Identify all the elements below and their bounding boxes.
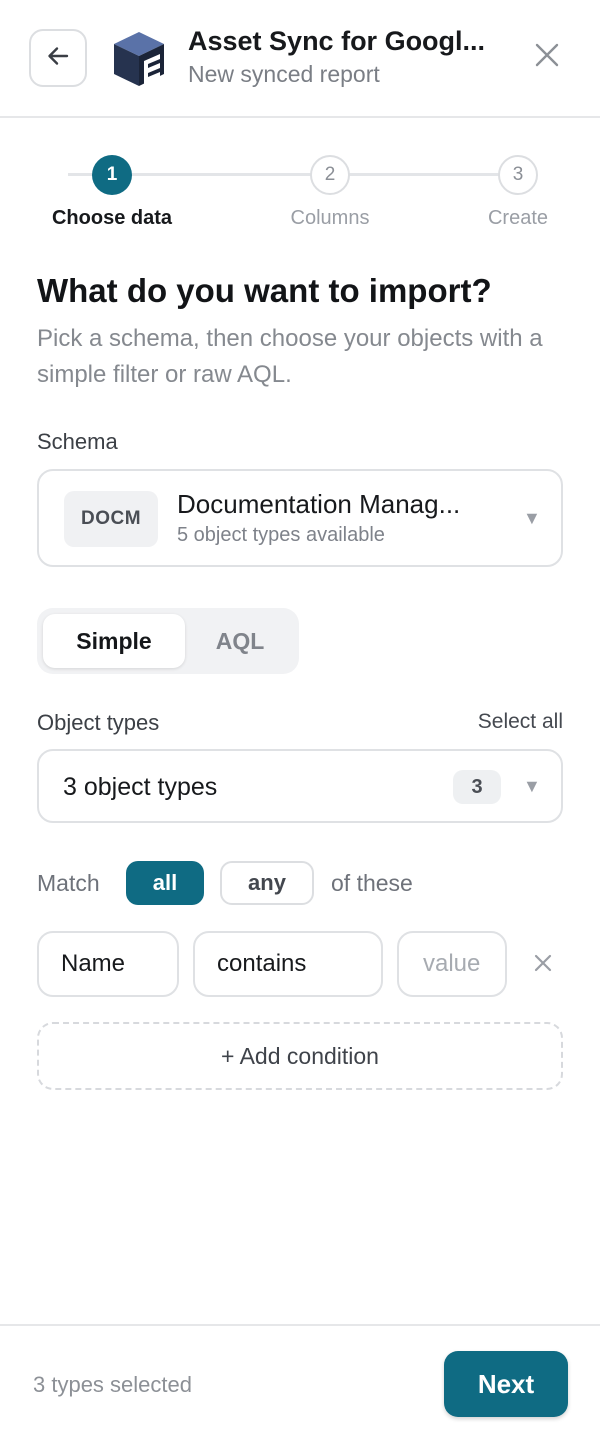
- condition-field-select[interactable]: Name: [37, 931, 179, 997]
- object-types-value: 3 object types: [63, 773, 218, 801]
- step-2-indicator[interactable]: 2: [310, 155, 350, 195]
- arrow-left-icon: [45, 43, 71, 74]
- dialog-header: Asset Sync for Googl... New synced repor…: [0, 0, 600, 118]
- chevron-down-icon: ▼: [523, 776, 541, 796]
- close-button[interactable]: [530, 40, 564, 74]
- close-icon: [534, 42, 560, 73]
- schema-name: Documentation Manag...: [177, 489, 461, 519]
- remove-condition-button[interactable]: [530, 952, 556, 978]
- step-3-label: Create: [487, 207, 549, 229]
- next-button[interactable]: Next: [444, 1351, 568, 1417]
- tab-simple[interactable]: Simple: [43, 614, 185, 668]
- match-prefix-label: Match: [37, 870, 100, 896]
- condition-operator-value: contains: [217, 950, 307, 977]
- schema-type-count: 5 object types available: [177, 524, 385, 546]
- object-types-label: Object types: [37, 710, 160, 735]
- back-button[interactable]: [29, 29, 87, 87]
- add-condition-button[interactable]: + Add condition: [37, 1022, 563, 1090]
- select-all-link[interactable]: Select all: [478, 710, 563, 734]
- step-1-indicator[interactable]: 1: [92, 155, 132, 195]
- step-3-indicator[interactable]: 3: [498, 155, 538, 195]
- condition-value-field[interactable]: [397, 931, 507, 997]
- condition-value-input[interactable]: [423, 950, 505, 978]
- schema-select[interactable]: DOCM Documentation Manag... 5 object typ…: [37, 469, 563, 567]
- dialog-footer: 3 types selected Next: [0, 1324, 600, 1440]
- chevron-down-icon: ▼: [523, 508, 541, 528]
- schema-label: Schema: [37, 429, 118, 454]
- match-all-button[interactable]: all: [126, 861, 204, 905]
- close-icon: [534, 954, 552, 977]
- cube-logo-icon: [108, 28, 170, 90]
- dialog-subtitle: New synced report: [188, 61, 380, 87]
- condition-operator-select[interactable]: contains: [193, 931, 383, 997]
- schema-key-badge: DOCM: [64, 491, 158, 547]
- step-1-label: Choose data: [51, 207, 173, 229]
- object-types-count-badge: 3: [453, 770, 501, 804]
- condition-field-value: Name: [61, 950, 126, 977]
- mode-toggle: Simple AQL: [37, 608, 299, 674]
- page-description: Pick a schema, then choose your objects …: [37, 325, 543, 388]
- page-title: What do you want to import?: [37, 272, 492, 309]
- match-suffix-label: of these: [331, 870, 413, 896]
- step-2-label: Columns: [290, 207, 370, 229]
- selection-status: 3 types selected: [33, 1372, 192, 1397]
- tab-aql[interactable]: AQL: [187, 614, 293, 668]
- step-connector: [112, 173, 330, 176]
- object-types-select[interactable]: 3 object types 3 ▼: [37, 749, 563, 823]
- app-title: Asset Sync for Googl...: [188, 26, 486, 56]
- step-connector: [330, 173, 518, 176]
- match-any-button[interactable]: any: [220, 861, 314, 905]
